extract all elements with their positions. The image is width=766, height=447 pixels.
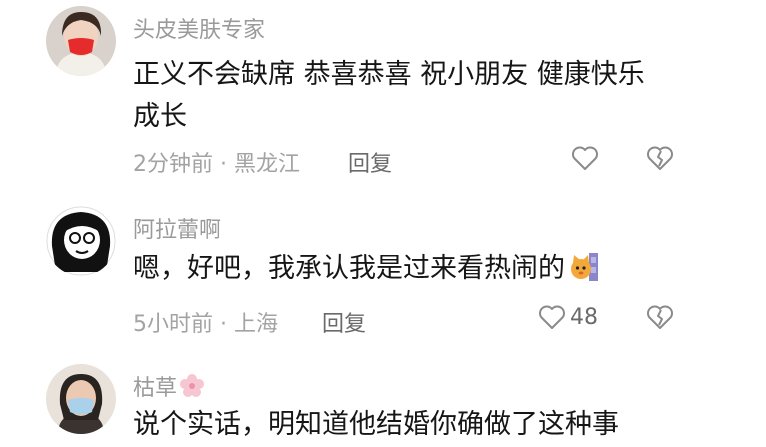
comment-username[interactable]: 头皮美肤专家	[133, 12, 265, 44]
comment-text-line: 正义不会缺席 恭喜恭喜 祝小朋友 健康快乐	[133, 59, 645, 90]
peeking-cat-emoji-icon	[569, 251, 599, 283]
cherry-blossom-icon	[179, 373, 205, 399]
comment-text-line: 成长	[133, 101, 187, 132]
reply-button[interactable]: 回复	[322, 306, 366, 338]
broken-heart-icon	[647, 305, 673, 329]
comment-username[interactable]: 阿拉蕾啊	[133, 212, 221, 244]
dislike-button[interactable]	[646, 304, 674, 334]
comment-item: 阿拉蕾啊 嗯，好吧，我承认我是过来看热闹的 5小时前 · 上海 回复 48	[0, 190, 766, 350]
like-button[interactable]	[571, 145, 603, 171]
heart-outline-icon	[572, 146, 598, 170]
avatar[interactable]	[46, 6, 116, 76]
broken-heart-icon	[647, 146, 673, 170]
comment-text-line: 说个实话，明知道他结婚你确做了这种事	[133, 409, 619, 440]
dislike-button[interactable]	[646, 145, 674, 175]
avatar[interactable]	[46, 364, 116, 434]
avatar[interactable]	[46, 206, 116, 276]
comment-text: 正义不会缺席 恭喜恭喜 祝小朋友 健康快乐 成长	[133, 54, 733, 138]
comment-text: 嗯，好吧，我承认我是过来看热闹的	[133, 248, 733, 290]
comment-text-line: 嗯，好吧，我承认我是过来看热闹的	[133, 253, 565, 284]
heart-outline-icon	[539, 305, 565, 329]
comment-username[interactable]: 枯草	[133, 370, 205, 402]
comment-item: 头皮美肤专家 正义不会缺席 恭喜恭喜 祝小朋友 健康快乐 成长 2分钟前 · 黑…	[0, 0, 766, 190]
like-count: 48	[570, 304, 598, 330]
comment-meta: 5小时前 · 上海	[133, 312, 278, 337]
comment-username-text: 枯草	[133, 376, 178, 401]
like-button[interactable]: 48	[538, 304, 598, 330]
reply-button[interactable]: 回复	[348, 146, 392, 178]
comment-item: 枯草 说个实话，明知道他结婚你确做了这种事	[0, 350, 766, 447]
comment-meta: 2分钟前 · 黑龙江	[133, 152, 300, 177]
comment-text: 说个实话，明知道他结婚你确做了这种事	[133, 404, 733, 446]
